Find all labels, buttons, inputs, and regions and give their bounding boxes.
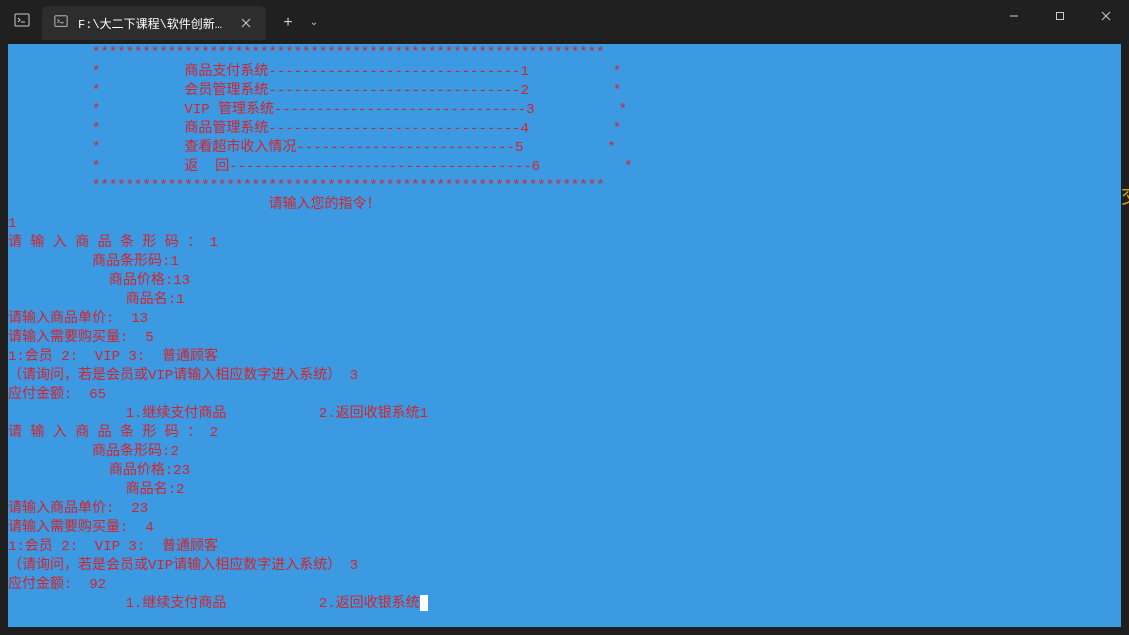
terminal-line: * VIP 管理系统------------------------------…: [8, 101, 1121, 120]
terminal-line: 1.继续支付商品 2.返回收银系统: [8, 595, 1121, 614]
terminal-line: 1:会员 2: VIP 3: 普通顾客: [8, 538, 1121, 557]
terminal-line: 请输入需要购买量: 5: [8, 329, 1121, 348]
terminal-line: 请输入商品单价: 13: [8, 310, 1121, 329]
titlebar: F:\大二下课程\软件创新\代码\ + ⌄: [0, 0, 1129, 40]
terminal-viewport[interactable]: ****************************************…: [8, 44, 1121, 627]
terminal-line: 请 输 入 商 品 条 形 码 ： 2: [8, 424, 1121, 443]
right-edge-accent: 交: [1121, 180, 1129, 210]
terminal-line: （请询问，若是会员或VIP请输入相应数字进入系统） 3: [8, 367, 1121, 386]
terminal-line: * 查看超市收入情况--------------------------5 *: [8, 139, 1121, 158]
terminal-line: 应付金额: 65: [8, 386, 1121, 405]
terminal-line: * 会员管理系统------------------------------2 …: [8, 82, 1121, 101]
terminal-line: 请输入需要购买量: 4: [8, 519, 1121, 538]
terminal-window: F:\大二下课程\软件创新\代码\ + ⌄ ******************…: [0, 0, 1129, 635]
tab-terminal-icon: [54, 14, 68, 32]
terminal-line: 商品条形码:2: [8, 443, 1121, 462]
terminal-cursor: [420, 595, 428, 611]
terminal-line: * 返 回-----------------------------------…: [8, 158, 1121, 177]
terminal-line: 1.继续支付商品 2.返回收银系统1: [8, 405, 1121, 424]
close-button[interactable]: [1083, 0, 1129, 32]
tab-close-button[interactable]: [238, 15, 254, 31]
terminal-line: （请询问，若是会员或VIP请输入相应数字进入系统） 3: [8, 557, 1121, 576]
terminal-line: ****************************************…: [8, 177, 1121, 196]
terminal-line: 1:会员 2: VIP 3: 普通顾客: [8, 348, 1121, 367]
terminal-line: ****************************************…: [8, 44, 1121, 63]
tab-title: F:\大二下课程\软件创新\代码\: [78, 15, 228, 32]
terminal-line: 商品名:2: [8, 481, 1121, 500]
terminal-line: 商品价格:13: [8, 272, 1121, 291]
tab-dropdown-button[interactable]: ⌄: [302, 9, 326, 37]
new-tab-button[interactable]: +: [274, 9, 302, 37]
tab-active[interactable]: F:\大二下课程\软件创新\代码\: [42, 6, 266, 40]
window-controls: [991, 0, 1129, 40]
maximize-button[interactable]: [1037, 0, 1083, 32]
terminal-line: 请输入商品单价: 23: [8, 500, 1121, 519]
terminal-line: * 商品支付系统------------------------------1 …: [8, 63, 1121, 82]
terminal-line: 商品名:1: [8, 291, 1121, 310]
minimize-button[interactable]: [991, 0, 1037, 32]
terminal-line: 商品条形码:1: [8, 253, 1121, 272]
terminal-line: 应付金额: 92: [8, 576, 1121, 595]
terminal-line: 商品价格:23: [8, 462, 1121, 481]
terminal-line: 请输入您的指令！: [8, 196, 1121, 215]
titlebar-left: F:\大二下课程\软件创新\代码\ + ⌄: [8, 0, 326, 40]
terminal-app-icon: [14, 12, 30, 28]
terminal-line: * 商品管理系统------------------------------4 …: [8, 120, 1121, 139]
terminal-line: 1: [8, 215, 1121, 234]
terminal-line: 请 输 入 商 品 条 形 码 ： 1: [8, 234, 1121, 253]
